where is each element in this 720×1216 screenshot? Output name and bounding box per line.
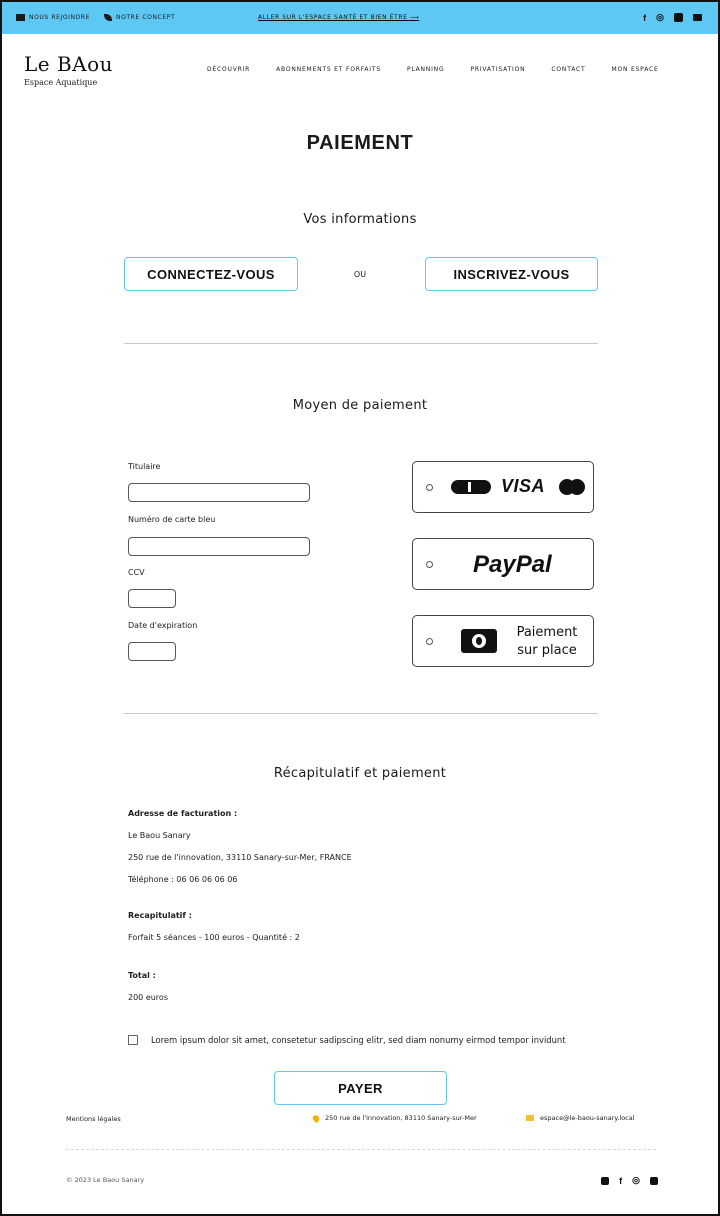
page-title: PAIEMENT — [306, 132, 414, 154]
nav-item-contact[interactable]: CONTACT — [551, 66, 585, 73]
nav-item-planning[interactable]: PLANNING — [407, 66, 445, 73]
nav-item-decouvrir[interactable]: DÉCOUVRIR — [207, 66, 250, 73]
copyright: © 2023 Le Baou Sanary — [66, 1176, 145, 1184]
footer-socials: f ◎ — [601, 1175, 658, 1186]
card-number-input[interactable] — [128, 537, 310, 556]
pay-button[interactable]: PAYER — [274, 1071, 447, 1105]
onsite-label: Paiement sur place — [509, 624, 585, 660]
card-radio[interactable] — [426, 484, 433, 491]
total-title: Total : — [128, 971, 156, 980]
summary-heading: Récapitulatif et paiement — [273, 766, 447, 781]
nav-item-abonnements[interactable]: ABONNEMENTS ET FORFAITS — [276, 66, 381, 73]
linkedin-icon[interactable] — [601, 1176, 610, 1185]
facebook-icon[interactable]: f — [619, 1176, 622, 1186]
billing-phone: Téléphone : 06 06 06 06 06 — [128, 875, 238, 884]
expiry-input[interactable] — [128, 642, 176, 661]
consent-checkbox[interactable] — [128, 1035, 138, 1045]
onsite-label-line2: sur place — [517, 643, 577, 658]
instagram-icon[interactable]: ◎ — [632, 1175, 640, 1186]
footer-email[interactable]: espace@le-baou-sanary.local — [526, 1114, 635, 1122]
logo-subtitle: Espace Aquatique — [24, 78, 98, 87]
onsite-payment-option[interactable]: Paiement sur place — [412, 615, 594, 667]
footer-address: 250 rue de l'innovation, 83110 Sanary-su… — [311, 1113, 477, 1123]
onsite-label-line1: Paiement — [516, 625, 578, 640]
paypal-radio[interactable] — [426, 561, 433, 568]
location-pin-icon — [311, 1113, 321, 1123]
section-divider — [124, 713, 598, 714]
expiry-label: Date d'expiration — [128, 621, 198, 630]
paypal-logo: PayPal — [473, 551, 552, 578]
or-separator: OU — [353, 270, 367, 279]
total-value: 200 euros — [128, 993, 168, 1002]
nav-item-mon-espace[interactable]: MON ESPACE — [611, 66, 658, 73]
billing-title: Adresse de facturation : — [128, 809, 238, 818]
payment-heading: Moyen de paiement — [292, 398, 428, 413]
holder-label: Titulaire — [128, 462, 161, 471]
info-heading: Vos informations — [303, 212, 417, 227]
cash-icon — [461, 629, 497, 653]
footer-email-text: espace@le-baou-sanary.local — [540, 1114, 635, 1122]
paypal-payment-option[interactable]: PayPal — [412, 538, 594, 590]
consent-text: Lorem ipsum dolor sit amet, consetetur s… — [151, 1035, 566, 1045]
login-button[interactable]: CONNECTEZ-VOUS — [124, 257, 298, 291]
mastercard-icon — [559, 479, 585, 495]
envelope-icon — [526, 1115, 534, 1121]
footer-address-text: 250 rue de l'innovation, 83110 Sanary-su… — [325, 1114, 477, 1122]
linkedin-icon[interactable] — [650, 1176, 658, 1185]
ccv-label: CCV — [128, 568, 145, 577]
nav-item-privatisation[interactable]: PRIVATISATION — [470, 66, 525, 73]
logo-text: Le BAou — [24, 52, 114, 76]
visa-logo: VISA — [501, 476, 546, 496]
holder-input[interactable] — [128, 483, 310, 502]
billing-name: Le Baou Sanary — [128, 831, 191, 840]
card-payment-option[interactable]: VISA — [412, 461, 594, 513]
recap-line: Forfait 5 séances - 100 euros - Quantité… — [128, 933, 300, 942]
recap-title: Recapitulatif : — [128, 911, 192, 920]
legal-link[interactable]: Mentions légales — [66, 1115, 121, 1123]
billing-address: 250 rue de l'innovation, 33110 Sanary-su… — [128, 853, 352, 862]
footer-divider — [66, 1149, 656, 1150]
ccv-input[interactable] — [128, 589, 176, 608]
page-frame — [0, 0, 720, 1216]
card-number-label: Numéro de carte bleu — [128, 515, 216, 524]
signup-button[interactable]: INSCRIVEZ-VOUS — [425, 257, 598, 291]
cb-card-icon — [451, 480, 491, 494]
main-nav: DÉCOUVRIR ABONNEMENTS ET FORFAITS PLANNI… — [207, 66, 659, 73]
section-divider — [124, 343, 598, 344]
logo[interactable]: Le BAou Espace Aquatique — [24, 52, 124, 87]
onsite-radio[interactable] — [426, 638, 433, 645]
